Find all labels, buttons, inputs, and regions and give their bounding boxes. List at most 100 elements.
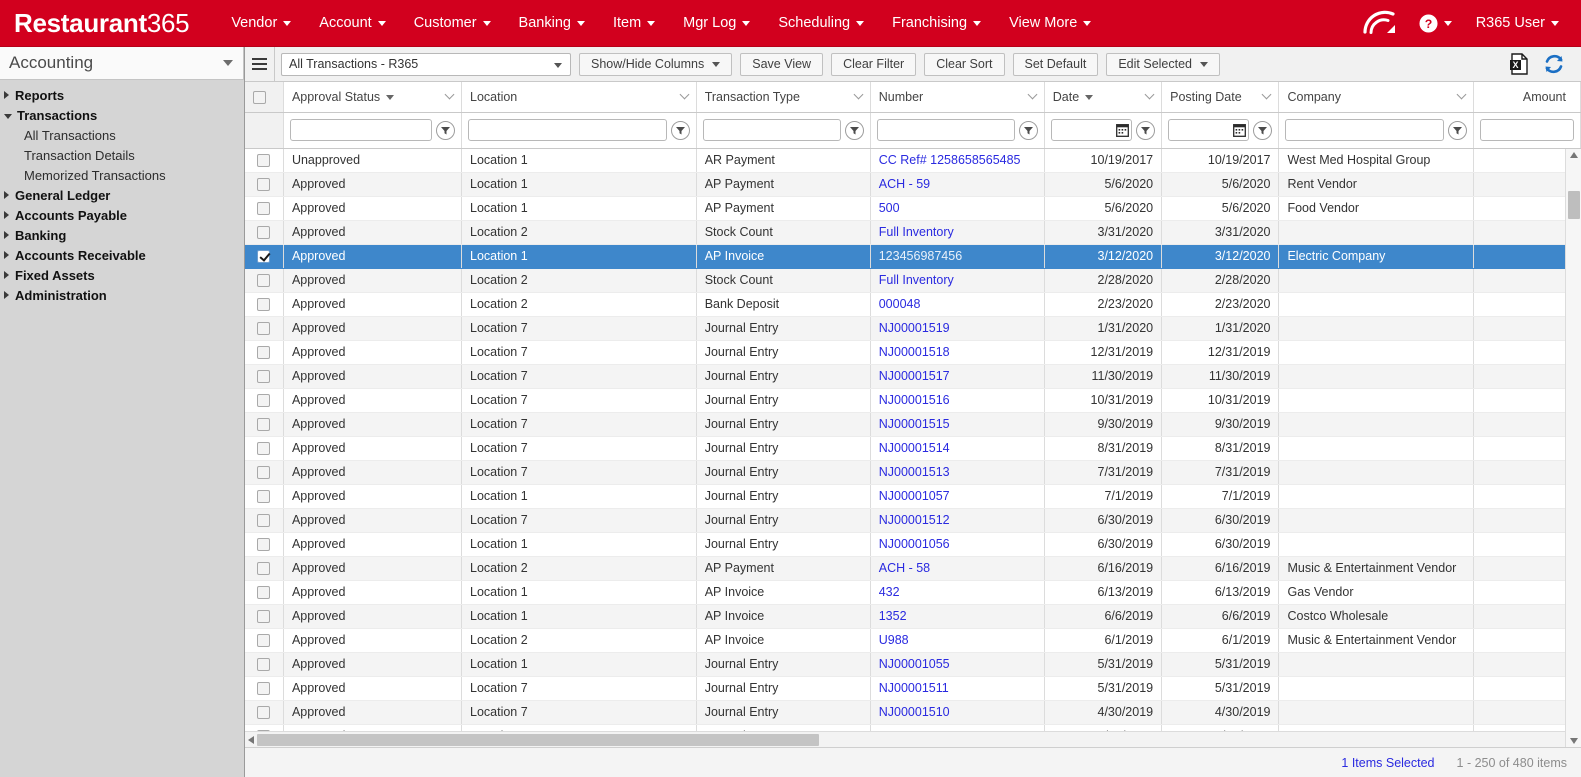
transaction-number-link[interactable]: NJ00001516 xyxy=(879,393,950,407)
table-row[interactable]: Approved Location 7 Journal Entry NJ0000151… xyxy=(245,340,1581,365)
sidebar-item-reports[interactable]: Reports xyxy=(0,85,244,105)
column-menu-icon[interactable] xyxy=(854,88,866,100)
transaction-number-link[interactable]: Full Inventory xyxy=(879,225,954,239)
table-row[interactable]: Approved Location 1 AP Invoice 1352 6/6/2019… xyxy=(245,604,1581,629)
clear-filter-button[interactable]: Clear Filter xyxy=(831,52,917,76)
nav-item-account[interactable]: Account xyxy=(305,0,399,47)
table-row[interactable]: Approved Location 7 Journal Entry NJ0000151… xyxy=(245,460,1581,485)
filter-funnel-icon[interactable] xyxy=(1253,120,1273,140)
transaction-number-link[interactable]: ACH - 58 xyxy=(879,561,930,575)
nav-item-view-more[interactable]: View More xyxy=(995,0,1105,47)
filter-input-location[interactable] xyxy=(468,119,667,141)
row-select-checkbox[interactable] xyxy=(257,273,271,287)
nav-item-customer[interactable]: Customer xyxy=(400,0,505,47)
row-select-cell[interactable] xyxy=(245,172,284,197)
row-select-cell[interactable] xyxy=(245,196,284,221)
transaction-number-link[interactable]: NJ00001514 xyxy=(879,441,950,455)
filter-input-date[interactable] xyxy=(1050,119,1133,141)
filter-input-amount[interactable] xyxy=(1479,119,1574,141)
row-select-cell[interactable] xyxy=(245,340,284,365)
select-all-checkbox[interactable] xyxy=(253,90,266,104)
transaction-number-link[interactable]: NJ00001057 xyxy=(879,489,950,503)
row-select-checkbox[interactable] xyxy=(257,321,271,335)
table-row[interactable]: Approved Location 7 Journal Entry NJ0000151… xyxy=(245,508,1581,533)
sidebar-toggle-button[interactable] xyxy=(245,47,275,81)
table-row[interactable]: Approved Location 7 Journal Entry NJ0000151… xyxy=(245,700,1581,725)
table-row[interactable]: Approved Location 1 AP Invoice 432 6/13/2019… xyxy=(245,580,1581,605)
scroll-down-arrow-icon[interactable] xyxy=(1570,738,1578,744)
transaction-number-link[interactable]: 432 xyxy=(879,585,900,599)
row-select-cell[interactable] xyxy=(245,580,284,605)
row-select-cell[interactable] xyxy=(245,316,284,341)
filter-funnel-icon[interactable] xyxy=(436,120,455,140)
help-menu[interactable]: ? xyxy=(1411,0,1460,47)
filter-input-number[interactable] xyxy=(876,119,1015,141)
row-select-cell[interactable] xyxy=(245,460,284,485)
transaction-number-link[interactable]: NJ00001511 xyxy=(879,681,949,695)
save-view-button[interactable]: Save View xyxy=(740,52,824,76)
sidebar-module-selector[interactable]: Accounting xyxy=(0,47,244,80)
row-select-checkbox[interactable] xyxy=(257,609,271,623)
set-default-button[interactable]: Set Default xyxy=(1012,52,1099,76)
nav-item-franchising[interactable]: Franchising xyxy=(878,0,995,47)
row-select-checkbox[interactable] xyxy=(257,441,271,455)
sidebar-item-general-ledger[interactable]: General Ledger xyxy=(0,185,244,205)
row-select-cell[interactable] xyxy=(245,628,284,653)
row-select-cell[interactable] xyxy=(245,532,284,557)
table-row[interactable]: Unapproved Location 1 AR Payment CC Ref# 12… xyxy=(245,148,1581,173)
row-select-cell[interactable] xyxy=(245,148,284,173)
table-row[interactable]: Approved Location 2 AP Invoice U988 6/1/2019… xyxy=(245,628,1581,653)
row-select-checkbox[interactable] xyxy=(257,369,271,383)
table-row[interactable]: Approved Location 1 AP Payment ACH - 59 5/6/… xyxy=(245,172,1581,197)
scroll-up-arrow-icon[interactable] xyxy=(1570,152,1578,158)
column-menu-icon[interactable] xyxy=(445,88,457,100)
column-header-number[interactable]: Number xyxy=(870,82,1045,113)
row-select-cell[interactable] xyxy=(245,676,284,701)
column-header-posting-date[interactable]: Posting Date xyxy=(1161,82,1280,113)
table-row[interactable]: Approved Location 7 Journal Entry NJ0000151… xyxy=(245,388,1581,413)
transaction-number-link[interactable]: Full Inventory xyxy=(879,273,954,287)
column-menu-icon[interactable] xyxy=(1028,88,1040,100)
row-select-cell[interactable] xyxy=(245,436,284,461)
filter-funnel-icon[interactable] xyxy=(844,120,864,140)
nav-item-banking[interactable]: Banking xyxy=(505,0,599,47)
row-select-checkbox[interactable] xyxy=(257,585,271,599)
horizontal-scrollbar-thumb[interactable] xyxy=(257,734,819,746)
nav-item-mgr-log[interactable]: Mgr Log xyxy=(669,0,764,47)
edit-selected-button[interactable]: Edit Selected xyxy=(1106,52,1221,76)
row-select-checkbox[interactable] xyxy=(257,201,271,215)
sidebar-item-administration[interactable]: Administration xyxy=(0,285,244,305)
sidebar-item-transaction-details[interactable]: Transaction Details xyxy=(0,145,244,165)
column-menu-icon[interactable] xyxy=(1145,88,1157,100)
row-select-checkbox[interactable] xyxy=(257,489,271,503)
filter-input-approval-status[interactable] xyxy=(289,119,432,141)
clear-sort-button[interactable]: Clear Sort xyxy=(924,52,1005,76)
nav-item-item[interactable]: Item xyxy=(599,0,669,47)
table-row[interactable]: Approved Location 2 Bank Deposit 000048 2/23… xyxy=(245,292,1581,317)
column-menu-icon[interactable] xyxy=(1457,88,1469,100)
filter-funnel-icon[interactable] xyxy=(1018,120,1038,140)
row-select-checkbox[interactable] xyxy=(257,177,271,191)
row-select-cell[interactable] xyxy=(245,244,284,269)
sidebar-item-banking[interactable]: Banking xyxy=(0,225,244,245)
row-select-checkbox[interactable] xyxy=(257,705,271,719)
row-select-checkbox[interactable] xyxy=(257,465,271,479)
calendar-icon[interactable] xyxy=(1233,123,1247,137)
filter-funnel-icon[interactable] xyxy=(670,120,690,140)
table-row[interactable]: ApprovedLocation 1Journal Entry NJ0000105… xyxy=(245,484,1581,509)
transaction-number-link[interactable]: NJ00001512 xyxy=(879,513,950,527)
row-select-checkbox[interactable] xyxy=(257,393,271,407)
table-row[interactable]: ApprovedLocation 1Journal Entry NJ0000105… xyxy=(245,652,1581,677)
row-select-cell[interactable] xyxy=(245,292,284,317)
transaction-number-link[interactable]: U988 xyxy=(879,633,909,647)
column-header-company[interactable]: Company xyxy=(1278,82,1474,113)
sidebar-item-accounts-receivable[interactable]: Accounts Receivable xyxy=(0,245,244,265)
column-header-location[interactable]: Location xyxy=(461,82,697,113)
row-select-checkbox[interactable] xyxy=(257,297,271,311)
table-row[interactable]: Approved Location 1 AP Invoice 123456987456… xyxy=(245,244,1581,269)
transaction-number-link[interactable]: 1352 xyxy=(879,609,907,623)
row-select-checkbox[interactable] xyxy=(257,633,271,647)
horizontal-scrollbar[interactable] xyxy=(245,731,1565,747)
row-select-cell[interactable] xyxy=(245,364,284,389)
table-row[interactable]: Approved Location 7 Journal Entry NJ0000151… xyxy=(245,436,1581,461)
